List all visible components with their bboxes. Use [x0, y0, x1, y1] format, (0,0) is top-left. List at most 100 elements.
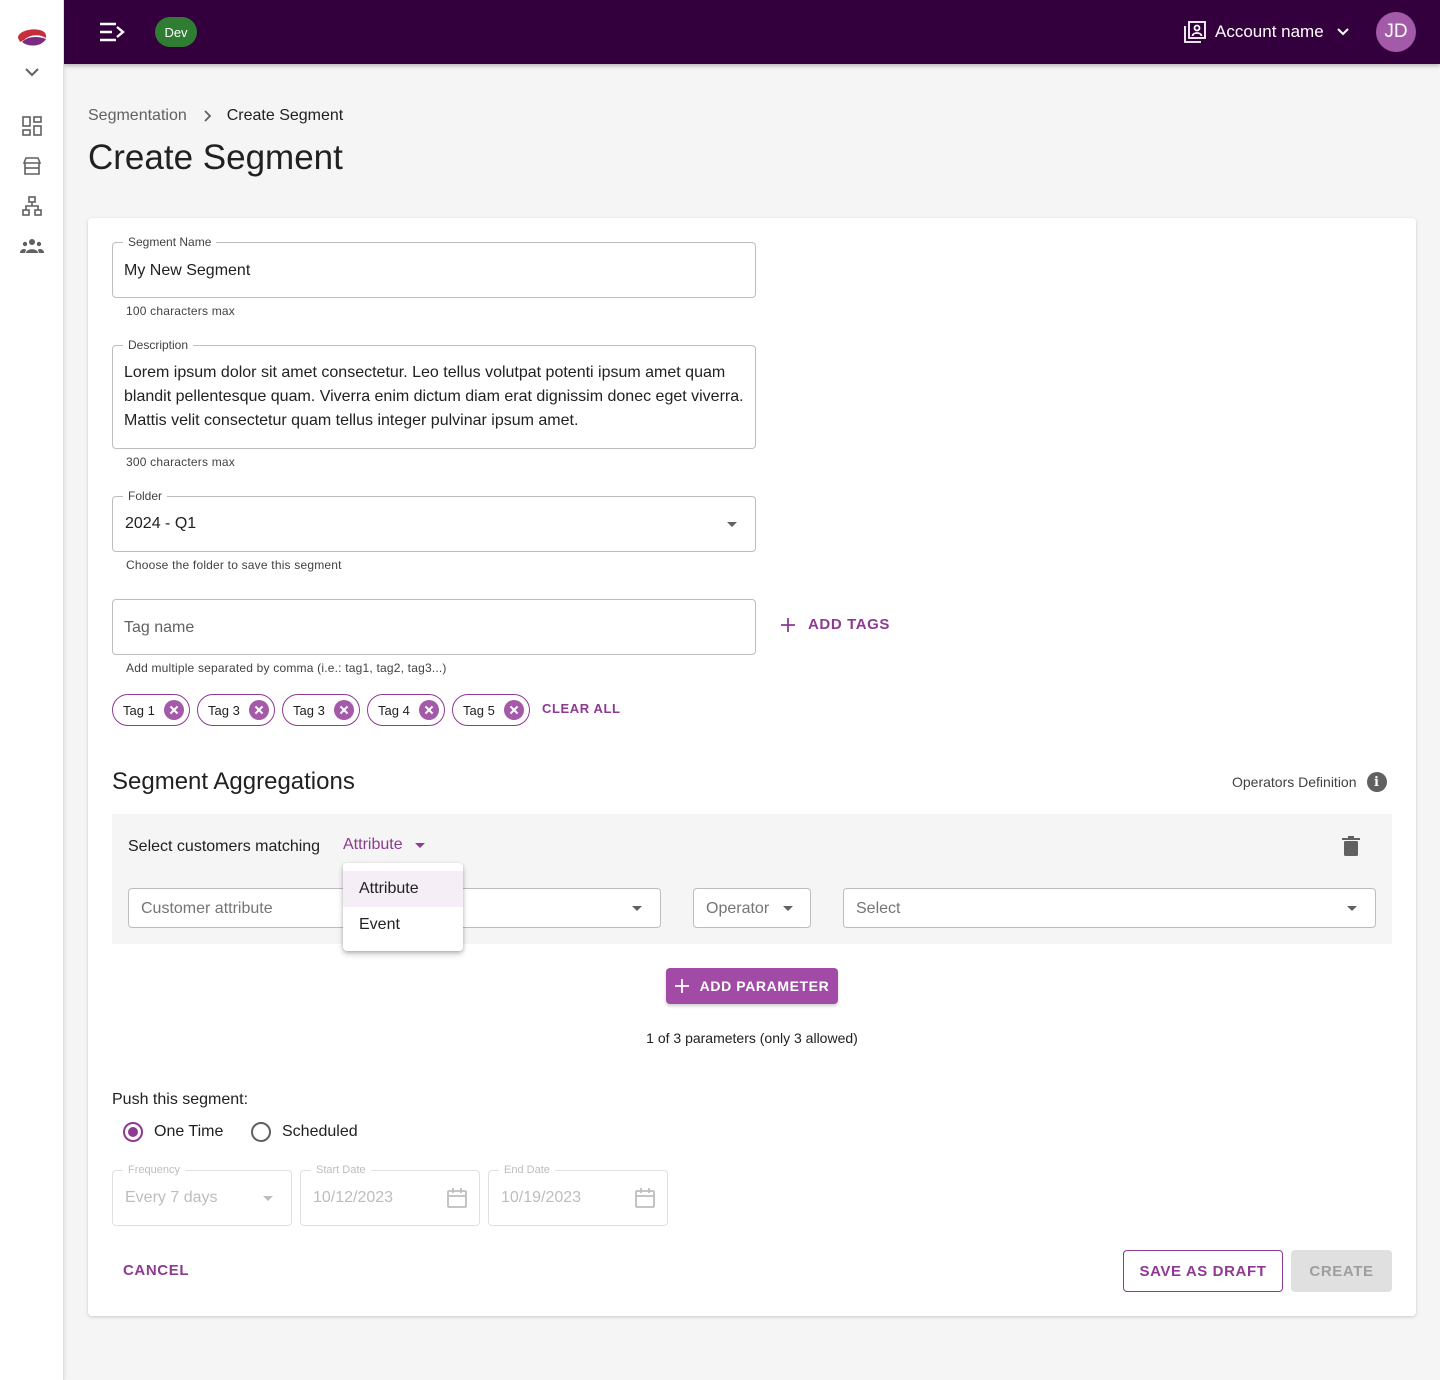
- add-tags-label: ADD TAGS: [808, 616, 891, 633]
- folder-value: 2024 - Q1: [125, 515, 197, 532]
- description-input[interactable]: Lorem ipsum dolor sit amet consectetur. …: [124, 361, 744, 441]
- tag-chip: Tag 3: [282, 694, 360, 726]
- tag-chip: Tag 1: [112, 694, 190, 726]
- end-date-label: End Date: [499, 1163, 555, 1177]
- breadcrumb: Segmentation Create Segment: [88, 106, 343, 126]
- tag-chip-label: Tag 5: [463, 702, 495, 718]
- account-name: Account name: [1215, 22, 1324, 41]
- remove-tag-icon[interactable]: [333, 700, 354, 720]
- environment-badge: Dev: [155, 17, 197, 47]
- save-as-draft-button[interactable]: SAVE AS DRAFT: [1123, 1250, 1283, 1292]
- tag-chip-label: Tag 3: [208, 702, 240, 718]
- radio-scheduled-label: Scheduled: [282, 1123, 358, 1140]
- value-select[interactable]: Select: [843, 888, 1376, 928]
- hierarchy-icon[interactable]: [20, 194, 44, 218]
- breadcrumb-segmentation[interactable]: Segmentation: [88, 107, 187, 125]
- calendar-icon[interactable]: [446, 1187, 468, 1209]
- remove-tag-icon[interactable]: [503, 700, 524, 720]
- dropdown-arrow-icon: [632, 906, 642, 911]
- breadcrumb-current: Create Segment: [226, 107, 344, 124]
- add-parameter-button[interactable]: ADD PARAMETER: [666, 968, 838, 1004]
- radio-one-time[interactable]: One Time: [123, 1122, 223, 1142]
- start-date-value: 10/12/2023: [313, 1189, 394, 1206]
- logo-icon[interactable]: [16, 24, 48, 48]
- trash-icon[interactable]: [1342, 836, 1360, 856]
- frequency-label: Frequency: [123, 1163, 185, 1177]
- dropdown-arrow-icon: [727, 522, 737, 527]
- calendar-icon[interactable]: [634, 1187, 656, 1209]
- end-date-value: 10/19/2023: [501, 1189, 582, 1206]
- operators-definition-label: Operators Definition: [1232, 774, 1357, 790]
- segment-name-helper: 100 characters max: [126, 304, 235, 318]
- folder-label: Folder: [123, 489, 168, 503]
- radio-scheduled[interactable]: Scheduled: [251, 1122, 358, 1142]
- create-button[interactable]: CREATE: [1291, 1250, 1392, 1292]
- add-parameter-label: ADD PARAMETER: [699, 978, 830, 994]
- groups-icon[interactable]: [20, 234, 44, 258]
- radio-one-time-label: One Time: [154, 1123, 224, 1140]
- frequency-value: Every 7 days: [125, 1189, 218, 1206]
- value-placeholder: Select: [856, 900, 901, 917]
- end-date-field[interactable]: End Date 10/19/2023: [488, 1163, 668, 1226]
- match-type-menu: Attribute Event: [343, 863, 463, 951]
- clear-all-tags-button[interactable]: CLEAR ALL: [542, 701, 621, 716]
- plus-icon: [674, 979, 689, 993]
- description-field[interactable]: Description Lorem ipsum dolor sit amet c…: [112, 338, 756, 449]
- tag-chip-label: Tag 3: [293, 702, 325, 718]
- start-date-field[interactable]: Start Date 10/12/2023: [300, 1163, 480, 1226]
- info-icon[interactable]: i: [1366, 772, 1387, 792]
- chevron-down-icon: [1336, 28, 1349, 36]
- tag-chip: Tag 4: [367, 694, 445, 726]
- account-selector[interactable]: Account name: [1184, 18, 1352, 46]
- operator-select[interactable]: Operator: [693, 888, 811, 928]
- operator-placeholder: Operator: [706, 900, 770, 917]
- account-icon: [1184, 21, 1206, 43]
- folder-helper: Choose the folder to save this segment: [126, 558, 342, 572]
- start-date-label: Start Date: [311, 1163, 371, 1177]
- aggregation-rule: Select customers matching Attribute Cust…: [112, 814, 1392, 944]
- dropdown-arrow-icon: [1347, 906, 1357, 911]
- add-tags-button[interactable]: ADD TAGS: [780, 616, 890, 633]
- store-icon[interactable]: [20, 154, 44, 178]
- tag-name-input[interactable]: [124, 617, 744, 639]
- frequency-select[interactable]: Frequency Every 7 days: [112, 1163, 292, 1226]
- dropdown-arrow-icon: [783, 906, 793, 911]
- push-segment-label: Push this segment:: [112, 1091, 249, 1108]
- operators-definition-link[interactable]: Operators Definition i: [1232, 772, 1387, 792]
- rule-label: Select customers matching: [128, 838, 321, 855]
- segment-name-label: Segment Name: [123, 235, 217, 249]
- dropdown-arrow-icon: [414, 842, 425, 848]
- menu-item-attribute[interactable]: Attribute: [343, 871, 463, 907]
- segment-name-field[interactable]: Segment Name: [112, 235, 756, 298]
- remove-tag-icon[interactable]: [418, 700, 439, 720]
- user-avatar[interactable]: JD: [1376, 12, 1416, 52]
- tag-chip: Tag 3: [197, 694, 275, 726]
- segment-form-card: Segment Name 100 characters max Descript…: [88, 218, 1416, 1316]
- page-title: Create Segment: [88, 138, 343, 177]
- dropdown-arrow-icon: [263, 1196, 273, 1201]
- chevron-right-icon: [204, 110, 212, 122]
- menu-item-event[interactable]: Event: [343, 907, 463, 943]
- segment-aggregations-title: Segment Aggregations: [112, 768, 355, 795]
- remove-tag-icon[interactable]: [163, 700, 184, 720]
- plus-icon: [781, 617, 795, 632]
- top-app-bar: Dev Account name JD: [64, 0, 1440, 64]
- description-label: Description: [123, 338, 194, 352]
- tag-chip-label: Tag 1: [123, 702, 155, 718]
- left-nav-rail: [0, 0, 64, 1380]
- dashboard-icon[interactable]: [20, 114, 44, 138]
- folder-select[interactable]: Folder 2024 - Q1: [112, 489, 756, 552]
- customer-attribute-placeholder: Customer attribute: [141, 900, 273, 917]
- tag-chip: Tag 5: [452, 694, 530, 726]
- segment-name-input[interactable]: [124, 260, 744, 282]
- tag-name-field[interactable]: [112, 599, 756, 655]
- remove-tag-icon[interactable]: [248, 700, 269, 720]
- parameter-count: 1 of 3 parameters (only 3 allowed): [646, 1030, 858, 1046]
- menu-toggle-icon[interactable]: [98, 20, 128, 44]
- cancel-button[interactable]: CANCEL: [123, 1262, 189, 1279]
- chevron-down-icon[interactable]: [22, 64, 42, 80]
- tag-helper: Add multiple separated by comma (i.e.: t…: [126, 661, 447, 675]
- radio-checked-icon: [123, 1122, 143, 1142]
- match-type-select[interactable]: Attribute: [343, 836, 425, 854]
- match-type-value: Attribute: [343, 836, 403, 853]
